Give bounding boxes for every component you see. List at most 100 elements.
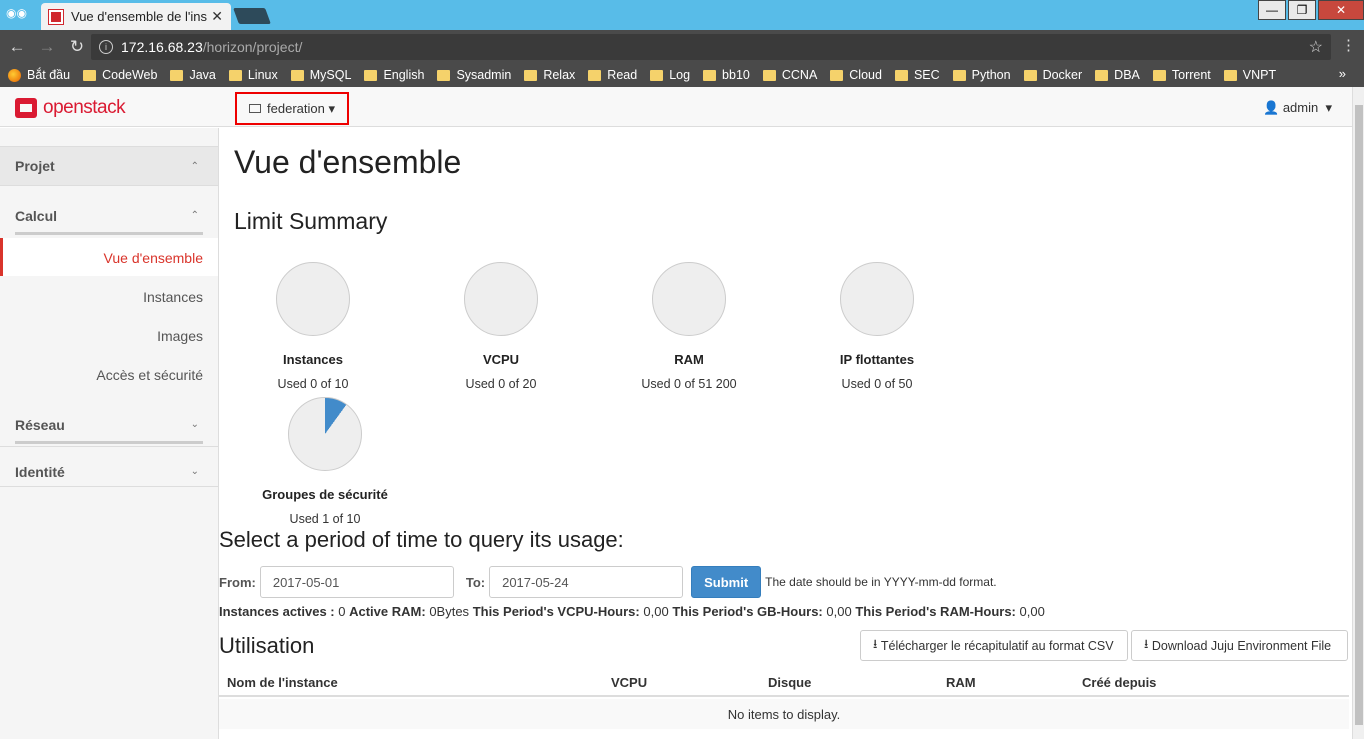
stat-value: 0,00 (1019, 604, 1045, 619)
browser-tab[interactable]: Vue d'ensemble de l'insta ✕ (41, 3, 231, 30)
stat-key: This Period's RAM-Hours: (855, 604, 1016, 619)
pie-circle (840, 262, 914, 336)
openstack-logo[interactable]: openstack (15, 97, 126, 119)
forward-icon[interactable]: → (34, 37, 60, 57)
sidebar-section-identity[interactable]: Identité ⌄ (15, 454, 203, 488)
download-csv-button[interactable]: ⭳ Télécharger le récapitulatif au format… (860, 630, 1128, 661)
sidebar-item-access-security[interactable]: Accès et sécurité (0, 355, 218, 393)
stat-value: 0,00 (643, 604, 669, 619)
pie-circle (652, 262, 726, 336)
column-header-vcpu[interactable]: VCPU (611, 675, 647, 690)
sidebar-compute-label: Calcul (15, 208, 58, 224)
bookmark-label: bb10 (722, 68, 750, 82)
browser-titlebar: ◉◉ Vue d'ensemble de l'insta ✕ — ❐ ✕ (0, 0, 1364, 30)
bookmark-item[interactable]: SEC (894, 68, 940, 82)
pie-label: RAM (674, 352, 704, 367)
bookmark-label: Java (189, 68, 216, 82)
bookmark-item[interactable]: VNPT (1223, 68, 1276, 82)
bookmark-label: MySQL (309, 68, 352, 82)
back-icon[interactable]: ← (4, 37, 30, 57)
folder-icon (1095, 69, 1109, 81)
stat-key: This Period's GB-Hours: (672, 604, 823, 619)
bookmark-item[interactable]: CodeWeb (83, 68, 157, 82)
folder-icon (703, 69, 717, 81)
bookmark-item[interactable]: Relax (524, 68, 575, 82)
sidebar: Projet ⌃ Calcul ⌃ Vue d'ensemble Instanc… (0, 128, 219, 739)
bookmark-item[interactable]: Linux (228, 68, 278, 82)
project-selector[interactable]: federation ▾ (235, 92, 349, 125)
bookmark-label: Sysadmin (456, 68, 512, 82)
bookmark-item[interactable]: CCNA (762, 68, 817, 82)
page-scrollbar[interactable] (1352, 87, 1364, 739)
sidebar-section-compute[interactable]: Calcul ⌃ (15, 198, 203, 235)
download-juju-button[interactable]: ⭳ Download Juju Environment File (1131, 630, 1348, 661)
column-header-ram[interactable]: RAM (946, 675, 976, 690)
bookmark-item[interactable]: English (364, 68, 424, 82)
from-date-input[interactable] (259, 566, 454, 598)
usage-table-header: Nom de l'instance VCPU Disque RAM Créé d… (219, 665, 1349, 697)
sidebar-section-project[interactable]: Projet ⌃ (0, 146, 218, 186)
bookmark-item[interactable]: DBA (1095, 68, 1140, 82)
bookmark-label: SEC (913, 68, 940, 82)
sidebar-section-network[interactable]: Réseau ⌄ (15, 407, 203, 444)
folder-icon (228, 69, 242, 81)
bookmarks-overflow-icon[interactable]: » (1339, 66, 1346, 81)
url-host: 172.16.68.23 (121, 39, 203, 55)
bookmark-item[interactable]: Bắt đầu (8, 68, 70, 82)
bookmark-item[interactable]: Python (952, 68, 1011, 82)
browser-menu-icon[interactable]: ⋮ (1341, 36, 1356, 54)
sidebar-item-label: Images (157, 328, 203, 344)
column-header-disk[interactable]: Disque (768, 675, 811, 690)
bookmark-item[interactable]: Read (588, 68, 637, 82)
folder-icon (170, 69, 184, 81)
new-tab-button[interactable] (233, 8, 271, 24)
bookmark-item[interactable]: Docker (1023, 68, 1082, 82)
pie-used: Used 1 of 10 (289, 512, 361, 526)
folder-icon (1023, 69, 1037, 81)
csv-button-label: Télécharger le récapitulatif au format C… (880, 638, 1114, 653)
folder-icon (524, 69, 538, 81)
restore-button[interactable]: ❐ (1288, 0, 1316, 20)
to-date-input[interactable] (489, 566, 684, 598)
sidebar-item-instances[interactable]: Instances (0, 277, 218, 315)
bookmark-item[interactable]: Sysadmin (437, 68, 511, 82)
stat-value: 0Bytes (429, 604, 470, 619)
bookmark-item[interactable]: MySQL (290, 68, 352, 82)
project-name: federation (267, 101, 325, 116)
column-header-instance-name[interactable]: Nom de l'instance (227, 675, 338, 690)
window-close-button[interactable]: ✕ (1318, 0, 1364, 20)
column-header-created[interactable]: Créé depuis (1082, 675, 1156, 690)
pie-used: Used 0 of 20 (465, 377, 537, 391)
sidebar-item-overview[interactable]: Vue d'ensemble (0, 238, 218, 276)
folder-icon (762, 69, 776, 81)
openstack-favicon-icon (48, 8, 64, 25)
bookmark-item[interactable]: Cloud (830, 68, 882, 82)
bookmark-item[interactable]: bb10 (703, 68, 750, 82)
bookmark-item[interactable]: Torrent (1152, 68, 1211, 82)
scrollbar-thumb[interactable] (1355, 105, 1363, 725)
bookmark-label: Cloud (849, 68, 882, 82)
period-title: Select a period of time to query its usa… (219, 527, 624, 552)
bookmark-item[interactable]: Java (170, 68, 216, 82)
bookmark-star-icon[interactable]: ☆ (1309, 37, 1323, 57)
incognito-icon: ◉◉ (6, 6, 27, 20)
site-info-icon[interactable]: i (99, 40, 113, 54)
url-path: /horizon/project/ (202, 39, 303, 55)
bookmark-label: Relax (543, 68, 576, 82)
user-menu[interactable]: 👤 admin ▾ (1263, 100, 1332, 116)
sidebar-divider (0, 446, 218, 447)
sidebar-item-images[interactable]: Images (0, 316, 218, 354)
reload-icon[interactable]: ↻ (64, 37, 90, 57)
pie-circle (276, 262, 350, 336)
caret-down-icon: ▾ (1321, 100, 1332, 115)
bookmark-item[interactable]: Log (650, 68, 690, 82)
main-content: Vue d'ensemble Limit Summary Instances U… (219, 128, 1352, 739)
close-tab-icon[interactable]: ✕ (211, 8, 223, 25)
minimize-button[interactable]: — (1258, 0, 1286, 20)
submit-button[interactable]: Submit (691, 566, 762, 598)
bookmark-label: Python (971, 68, 1011, 82)
folder-icon (830, 69, 844, 81)
address-bar[interactable]: i 172.16.68.23 /horizon/project/ ☆ (91, 34, 1331, 60)
stat-key: Active RAM: (349, 604, 426, 619)
sidebar-item-label: Instances (143, 289, 203, 305)
